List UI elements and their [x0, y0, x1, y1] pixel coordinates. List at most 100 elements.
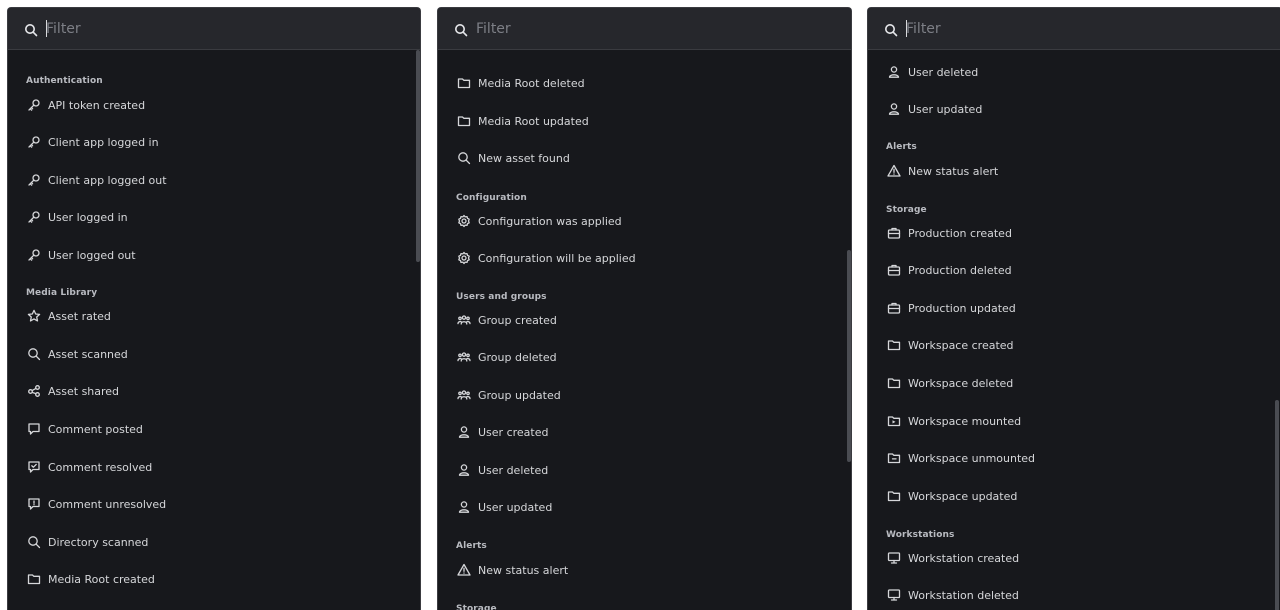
event-list-item[interactable]: Client app logged out: [8, 165, 406, 195]
event-label: Comment unresolved: [48, 497, 167, 511]
comment-alert-icon: [27, 497, 41, 511]
event-list-item[interactable]: Media Root updated: [438, 106, 837, 136]
search-icon: [457, 151, 471, 165]
event-label: User deleted: [478, 463, 549, 477]
filter-bar: [868, 8, 1280, 50]
event-label: Production created: [908, 226, 1012, 240]
scrollbar-thumb[interactable]: [847, 250, 851, 462]
gear-icon: [457, 251, 471, 265]
event-list-item[interactable]: User updated: [868, 94, 1268, 124]
event-label: Media Root updated: [478, 114, 589, 128]
event-list-item[interactable]: Comment unresolved: [8, 489, 406, 519]
event-list-item[interactable]: Group deleted: [438, 342, 837, 372]
event-list-item[interactable]: Media Root created: [8, 564, 406, 594]
event-list-item[interactable]: Asset rated: [8, 301, 406, 331]
event-label: Media Root created: [48, 572, 155, 586]
event-list-item[interactable]: Comment resolved: [8, 452, 406, 482]
filter-input[interactable]: [46, 17, 346, 41]
event-label: Directory scanned: [48, 535, 149, 549]
event-list-item[interactable]: User logged in: [8, 202, 406, 232]
event-list-item[interactable]: Group created: [438, 305, 837, 335]
event-list-item[interactable]: Comment posted: [8, 414, 406, 444]
event-list-item[interactable]: New asset found: [438, 143, 837, 173]
folder-icon: [457, 76, 471, 90]
section-header: Media Library: [26, 288, 98, 298]
event-label: Workspace unmounted: [908, 451, 1036, 465]
event-list[interactable]: Authentication API token created Client ap…: [8, 50, 420, 610]
event-label: User deleted: [908, 65, 979, 79]
event-list-item[interactable]: User logged out: [8, 240, 406, 270]
event-list-item[interactable]: New status alert: [438, 555, 837, 585]
briefcase-icon: [887, 263, 901, 277]
event-label: Production deleted: [908, 263, 1012, 277]
scrollbar-thumb[interactable]: [1275, 400, 1279, 610]
event-list-item[interactable]: Media Root deleted: [8, 602, 406, 610]
event-list-item[interactable]: User deleted: [438, 455, 837, 485]
scrollbar-thumb[interactable]: [416, 50, 420, 262]
event-label: Production updated: [908, 301, 1016, 315]
event-list[interactable]: Media Root deleted Media Root updated New …: [438, 50, 851, 610]
event-list[interactable]: User deleted User updated Alerts New status…: [868, 50, 1280, 610]
event-list-item[interactable]: Workspace unmounted: [868, 443, 1268, 473]
event-label: New status alert: [908, 164, 999, 178]
event-list-item[interactable]: Workspace created: [868, 330, 1268, 360]
event-label: Asset shared: [48, 384, 120, 398]
key-icon: [27, 98, 41, 112]
event-filter-panel-2: Media Root deleted Media Root updated New …: [437, 7, 852, 610]
event-list-item[interactable]: Asset scanned: [8, 339, 406, 369]
event-label: New status alert: [478, 563, 569, 577]
event-list-item[interactable]: User updated: [438, 492, 837, 522]
monitor-icon: [887, 588, 901, 602]
event-list-item[interactable]: Client app logged in: [8, 127, 406, 157]
filter-bar: [8, 8, 420, 50]
event-list-item[interactable]: User deleted: [868, 57, 1268, 87]
event-list-item[interactable]: Workspace updated: [868, 481, 1268, 511]
event-list-item[interactable]: Workstation deleted: [868, 580, 1268, 610]
folder-mount-icon: [887, 414, 901, 428]
filter-input[interactable]: [906, 17, 1206, 41]
event-list-item[interactable]: Media Root deleted: [438, 68, 837, 98]
event-list-item[interactable]: API token created: [8, 90, 406, 120]
event-list-item[interactable]: Production updated: [868, 293, 1268, 323]
share-icon: [27, 384, 41, 398]
event-list-item[interactable]: Group updated: [438, 380, 837, 410]
filter-input[interactable]: [476, 17, 776, 41]
event-label: User created: [478, 425, 549, 439]
user-icon: [887, 102, 901, 116]
key-icon: [27, 173, 41, 187]
event-label: Client app logged in: [48, 135, 159, 149]
event-list-item[interactable]: Workstation created: [868, 543, 1268, 573]
user-icon: [457, 500, 471, 514]
event-list-item[interactable]: Configuration will be applied: [438, 243, 837, 273]
event-list-item[interactable]: User created: [438, 417, 837, 447]
event-label: Workspace mounted: [908, 414, 1022, 428]
event-label: User logged in: [48, 210, 128, 224]
event-list-item[interactable]: Production created: [868, 218, 1268, 248]
event-list-item[interactable]: Directory scanned: [8, 527, 406, 557]
event-label: New asset found: [478, 151, 570, 165]
gear-icon: [457, 214, 471, 228]
group-icon: [457, 350, 471, 364]
event-list-item[interactable]: Workspace mounted: [868, 406, 1268, 436]
user-icon: [457, 425, 471, 439]
event-list-item[interactable]: Production deleted: [868, 255, 1268, 285]
event-label: User updated: [908, 102, 983, 116]
folder-icon: [887, 338, 901, 352]
folder-unmount-icon: [887, 451, 901, 465]
event-label: Configuration will be applied: [478, 251, 636, 265]
event-list-item[interactable]: Workspace deleted: [868, 368, 1268, 398]
section-header: Alerts: [886, 142, 917, 152]
event-label: Group updated: [478, 388, 561, 402]
event-label: Client app logged out: [48, 173, 167, 187]
event-list-item[interactable]: Asset shared: [8, 376, 406, 406]
event-label: Configuration was applied: [478, 214, 622, 228]
section-header: Authentication: [26, 76, 103, 86]
event-list-item[interactable]: Configuration was applied: [438, 206, 837, 236]
section-header: Configuration: [456, 193, 527, 203]
event-list-item[interactable]: New status alert: [868, 156, 1268, 186]
folder-icon: [457, 114, 471, 128]
monitor-icon: [887, 551, 901, 565]
section-header: Alerts: [456, 541, 487, 551]
event-label: User logged out: [48, 248, 136, 262]
user-icon: [887, 65, 901, 79]
